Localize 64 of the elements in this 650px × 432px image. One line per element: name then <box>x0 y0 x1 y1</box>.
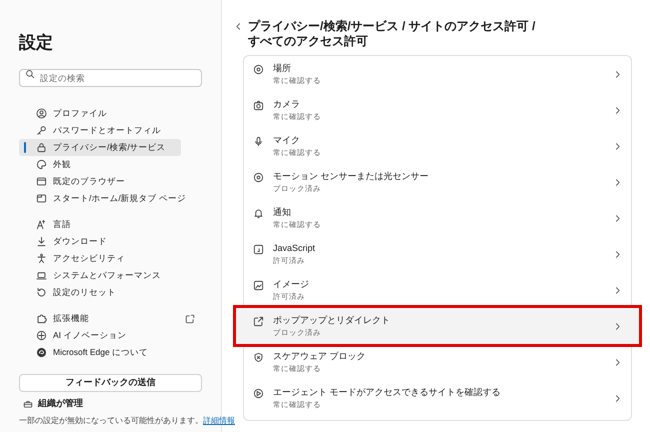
bell-icon <box>253 208 264 219</box>
chevron-right-icon <box>613 358 622 366</box>
chevron-right-icon <box>613 394 622 402</box>
nav-item[interactable]: 既定のブラウザー <box>19 173 201 190</box>
search-field[interactable]: 設定の検索 <box>19 69 202 87</box>
feedback-button[interactable]: フィードバックの送信 <box>19 374 202 392</box>
search-icon <box>25 69 35 79</box>
chevron-right-icon <box>613 70 622 78</box>
shield-x-icon <box>253 352 264 363</box>
profile-icon <box>36 108 47 119</box>
nav-item[interactable]: パスワードとオートフィル <box>19 122 201 139</box>
browser-window-icon <box>36 176 47 187</box>
page-heading: プライバシー/検索/サービス / サイトのアクセス許可 / すべてのアクセス許可 <box>248 19 536 49</box>
nav-item[interactable]: Microsoft Edge について <box>19 344 201 361</box>
microphone-icon <box>253 136 264 147</box>
permission-title: JavaScript <box>273 242 316 255</box>
chevron-right-icon <box>613 178 622 186</box>
lock-icon <box>36 142 47 153</box>
learn-more-link[interactable]: 詳細情報 <box>203 416 235 424</box>
nav-item[interactable]: 外観 <box>19 156 201 173</box>
chevron-right-icon <box>613 250 622 258</box>
nav-item[interactable]: プロファイル <box>19 105 201 122</box>
key-icon <box>36 125 47 136</box>
briefcase-icon <box>23 398 33 409</box>
permission-title: マイク <box>273 134 301 147</box>
swirl-logo-icon <box>36 347 47 358</box>
chevron-right-icon <box>613 214 622 222</box>
permission-title: スケアウェア ブロック <box>273 350 367 363</box>
download-icon <box>36 236 47 247</box>
nav-item[interactable]: AI イノベーション <box>19 327 201 344</box>
permission-title: イメージ <box>273 278 310 291</box>
managed-label: 組織が管理 <box>38 397 83 410</box>
location-pin-icon <box>253 64 264 75</box>
permission-title: エージェント モードがアクセスできるサイトを確認する <box>273 386 502 399</box>
palette-icon <box>36 159 47 170</box>
nav-item[interactable]: スタート/ホーム/新規タブ ページ <box>19 190 201 207</box>
nav-item[interactable]: 拡張機能 <box>19 310 201 327</box>
permission-title: 通知 <box>273 206 292 219</box>
camera-icon <box>253 100 264 111</box>
chevron-right-icon <box>613 322 622 330</box>
nav-item[interactable]: システムとパフォーマンス <box>19 267 201 284</box>
permission-title: カメラ <box>273 98 301 111</box>
nav-item[interactable]: アクセシビリティ <box>19 250 201 267</box>
back-chevron-icon <box>234 22 243 31</box>
location-pin-icon <box>253 172 264 183</box>
laptop-icon <box>36 270 47 281</box>
selection-indicator <box>24 142 26 153</box>
nav-item[interactable]: 設定のリセット <box>19 284 201 301</box>
chevron-right-icon <box>613 286 622 294</box>
new-tab-icon <box>36 193 47 204</box>
permission-title: 場所 <box>273 62 292 75</box>
language-icon <box>36 219 47 230</box>
puzzle-icon <box>36 313 47 324</box>
accessibility-icon <box>36 253 47 264</box>
reset-icon <box>36 287 47 298</box>
permission-title: モーション センサーまたは光センサー <box>273 170 430 183</box>
chevron-right-icon <box>613 106 622 114</box>
permission-title: ポップアップとリダイレクト <box>273 314 391 327</box>
nav-item[interactable]: 言語 <box>19 216 201 233</box>
settings-title: 設定 <box>19 34 54 51</box>
external-window-icon <box>253 316 264 327</box>
nav-item[interactable]: ダウンロード <box>19 233 201 250</box>
nav-item[interactable]: プライバシー/検索/サービス <box>19 139 181 156</box>
chevron-right-icon <box>613 142 622 150</box>
